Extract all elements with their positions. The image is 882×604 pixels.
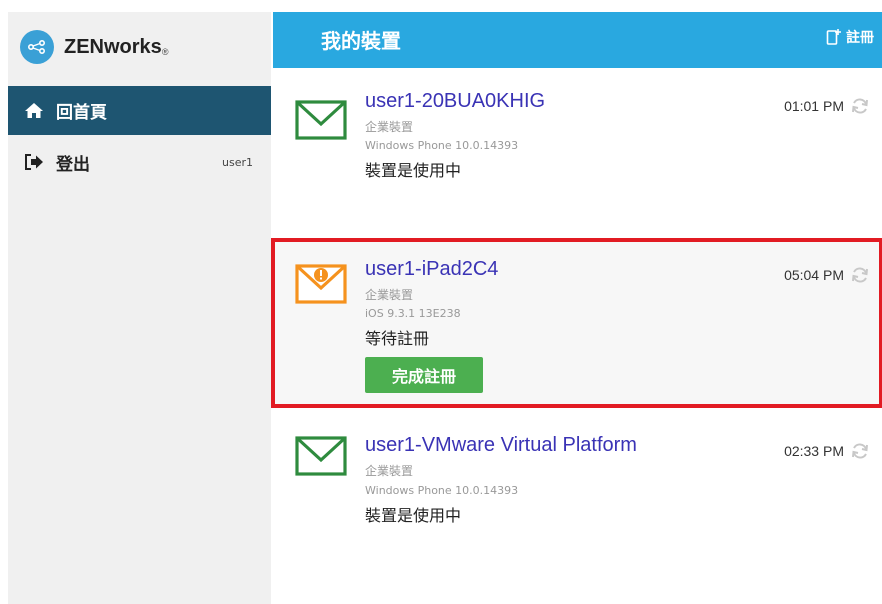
page-title: 我的裝置 [321,29,401,53]
device-name[interactable]: user1-20BUA0KHIG [365,90,545,113]
main-panel: 我的裝置 註冊 user1-20BUA0KHIG 企業裝置 Windows Ph… [271,12,882,604]
complete-registration-button[interactable]: 完成註冊 [365,357,483,393]
header: 我的裝置 註冊 [273,12,882,68]
zenworks-logo-icon [20,30,54,64]
envelope-icon [295,100,347,140]
device-name[interactable]: user1-iPad2C4 [365,258,498,281]
device-item[interactable]: user1-20BUA0KHIG 企業裝置 Windows Phone 10.0… [273,68,882,238]
device-status: 裝置是使用中 [365,161,462,180]
device-os: Windows Phone 10.0.14393 [365,484,519,497]
device-type: 企業裝置 [365,288,414,302]
register-button[interactable]: 註冊 [826,27,874,47]
device-name[interactable]: user1-VMware Virtual Platform [365,434,637,457]
sidebar-item-home[interactable]: 回首頁 [8,86,271,135]
register-label: 註冊 [846,30,874,46]
registered-mark: ® [161,46,169,57]
device-time: 05:04 PM [784,267,844,283]
device-item[interactable]: user1-iPad2C4 企業裝置 iOS 9.3.1 13E238 等待註冊… [273,240,882,408]
device-type: 企業裝置 [365,120,414,134]
envelope-icon [295,436,347,476]
sidebar-item-label: 回首頁 [56,103,107,123]
sidebar-item-label: 登出 [56,154,90,175]
device-os: Windows Phone 10.0.14393 [365,139,519,152]
home-icon [24,102,46,120]
logo: ZENworks® [8,12,271,82]
device-os: iOS 9.3.1 13E238 [365,307,461,320]
device-status: 裝置是使用中 [365,506,462,525]
sync-icon[interactable] [850,441,870,461]
brand-name: ZENworks® [64,35,169,58]
register-device-icon [826,29,841,45]
sync-icon[interactable] [850,265,870,285]
device-time: 01:01 PM [784,98,844,114]
sync-icon[interactable] [850,96,870,116]
logout-icon [24,153,46,171]
app-frame: ZENworks® 回首頁 登出 user1 我的裝置 註冊 user1-20B… [8,12,882,604]
device-time: 02:33 PM [784,443,844,459]
device-item[interactable]: user1-VMware Virtual Platform 企業裝置 Windo… [273,412,882,582]
envelope-warning-icon [295,264,347,304]
device-status: 等待註冊 [365,329,430,348]
current-username: user1 [222,155,253,169]
device-type: 企業裝置 [365,464,414,478]
sidebar: ZENworks® 回首頁 登出 user1 [8,12,271,604]
sidebar-item-logout[interactable]: 登出 user1 [8,140,271,184]
